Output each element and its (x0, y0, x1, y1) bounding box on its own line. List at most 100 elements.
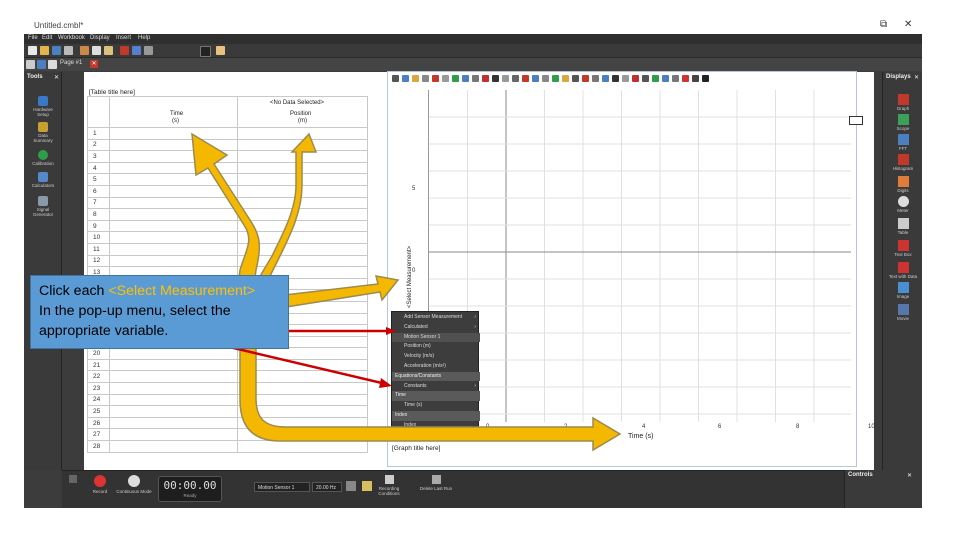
rate-selector[interactable]: 20.00 Hz (312, 482, 342, 492)
sensor-selector[interactable]: Motion Sensor 1 (254, 482, 310, 492)
table-row[interactable]: 11 (87, 242, 368, 256)
position-cell[interactable] (237, 428, 368, 442)
save-icon[interactable] (52, 46, 61, 55)
table-row[interactable]: 22 (87, 370, 368, 384)
table-row[interactable]: 6 (87, 184, 368, 198)
time-cell[interactable] (109, 440, 238, 453)
graph-tool-icon[interactable] (552, 75, 559, 82)
graph-tool-icon[interactable] (532, 75, 539, 82)
cut-icon[interactable] (80, 46, 89, 55)
insert-image-icon[interactable] (216, 46, 225, 55)
time-cell[interactable] (109, 208, 238, 221)
position-cell[interactable] (237, 242, 368, 256)
display-text-box[interactable]: Text Box (883, 240, 922, 257)
display-scope[interactable]: Scope (883, 114, 922, 131)
position-cell[interactable] (237, 393, 368, 407)
position-cell[interactable] (237, 370, 368, 384)
graph-tool-icon[interactable] (682, 75, 689, 82)
time-cell[interactable] (109, 393, 238, 407)
recording-conditions-button[interactable]: Recording Conditions (374, 475, 404, 496)
time-cell[interactable] (109, 254, 238, 268)
table-row[interactable]: 20 (87, 347, 368, 360)
display-graph[interactable]: Graph (883, 94, 922, 111)
popup-menu-item[interactable]: Motion Sensor 1 (392, 332, 480, 343)
graph-tool-icon[interactable] (512, 75, 519, 82)
table-row[interactable]: 3 (87, 150, 368, 163)
menu-edit[interactable]: Edit (42, 35, 52, 41)
redo-icon[interactable] (144, 46, 153, 55)
table-row[interactable]: 7 (87, 196, 368, 210)
graph-tool-icon[interactable] (592, 75, 599, 82)
table-row[interactable]: 9 (87, 219, 368, 233)
time-cell[interactable] (109, 382, 238, 395)
controls-close-icon[interactable]: ✕ (907, 472, 912, 479)
time-cell[interactable] (109, 347, 238, 360)
graph-tool-icon[interactable] (582, 75, 589, 82)
graph-title[interactable]: [Graph title here] (392, 445, 440, 452)
graph-tool-icon[interactable] (602, 75, 609, 82)
graph-tool-icon[interactable] (472, 75, 479, 82)
position-cell[interactable] (237, 161, 368, 175)
table-row[interactable]: 26 (87, 416, 368, 430)
table-row[interactable]: 28 (87, 440, 368, 453)
undo-icon[interactable] (132, 46, 141, 55)
time-cell[interactable] (109, 231, 238, 244)
displays-close-icon[interactable]: ✕ (914, 74, 919, 81)
position-cell[interactable] (237, 184, 368, 198)
new-file-icon[interactable] (28, 46, 37, 55)
display-table[interactable]: Table (883, 218, 922, 235)
close-page-icon[interactable]: ✕ (90, 60, 98, 68)
graph-tool-icon[interactable] (422, 75, 429, 82)
popup-menu-item[interactable]: Calculated › (392, 323, 480, 333)
table-row[interactable]: 10 (87, 231, 368, 244)
popup-menu-item[interactable]: Index (392, 421, 480, 431)
time-cell[interactable] (109, 428, 238, 442)
table-row[interactable]: 8 (87, 208, 368, 221)
tool-calibration[interactable]: Calibration (24, 150, 62, 166)
graph-tool-icon[interactable] (392, 75, 399, 82)
table-row[interactable]: 24 (87, 393, 368, 407)
graph-tool-icon[interactable] (522, 75, 529, 82)
zero-sensor-icon[interactable] (346, 481, 356, 491)
graph-tool-icon[interactable] (402, 75, 409, 82)
position-cell[interactable] (237, 127, 368, 140)
time-cell[interactable] (109, 196, 238, 210)
position-cell[interactable] (237, 196, 368, 210)
print-icon[interactable] (64, 46, 73, 55)
table-row[interactable]: 25 (87, 405, 368, 418)
tools-close-icon[interactable]: ✕ (54, 74, 59, 81)
popup-menu-item[interactable]: Constants › (392, 382, 480, 392)
time-cell[interactable] (109, 405, 238, 418)
position-cell[interactable] (237, 231, 368, 244)
graph-tool-icon[interactable] (672, 75, 679, 82)
table-row[interactable]: 4 (87, 161, 368, 175)
time-column-header[interactable]: Time (s) (109, 96, 238, 128)
table-row[interactable]: 23 (87, 382, 368, 395)
options-button[interactable] (68, 475, 78, 485)
graph-tool-icon[interactable] (612, 75, 619, 82)
tool-hardware-setup[interactable]: Hardware Setup (24, 96, 62, 117)
graph-tool-icon[interactable] (482, 75, 489, 82)
menu-help[interactable]: Help (138, 35, 150, 41)
graph-tool-icon[interactable] (492, 75, 499, 82)
popup-menu-item[interactable]: Add Sensor Measurement › (392, 313, 480, 323)
adjust-icon[interactable] (362, 481, 372, 491)
popup-menu-item[interactable]: Time (s) (392, 401, 480, 411)
time-cell[interactable] (109, 173, 238, 186)
position-cell[interactable] (237, 382, 368, 395)
record-button[interactable]: Record (86, 475, 114, 494)
graph-tool-icon[interactable] (662, 75, 669, 82)
tool-signal-generator[interactable]: Signal Generator (24, 196, 62, 217)
page-list-icon[interactable] (26, 60, 35, 69)
display-fft[interactable]: FFT (883, 134, 922, 151)
position-cell[interactable] (237, 405, 368, 418)
display-histogram[interactable]: Histogram (883, 154, 922, 171)
display-movie[interactable]: Movie (883, 304, 922, 321)
legend-box[interactable] (849, 116, 863, 125)
position-cell[interactable] (237, 440, 368, 453)
time-cell[interactable] (109, 219, 238, 233)
graph-tool-icon[interactable] (562, 75, 569, 82)
graph-tool-icon[interactable] (542, 75, 549, 82)
position-cell[interactable] (237, 416, 368, 430)
graph-tool-icon[interactable] (462, 75, 469, 82)
